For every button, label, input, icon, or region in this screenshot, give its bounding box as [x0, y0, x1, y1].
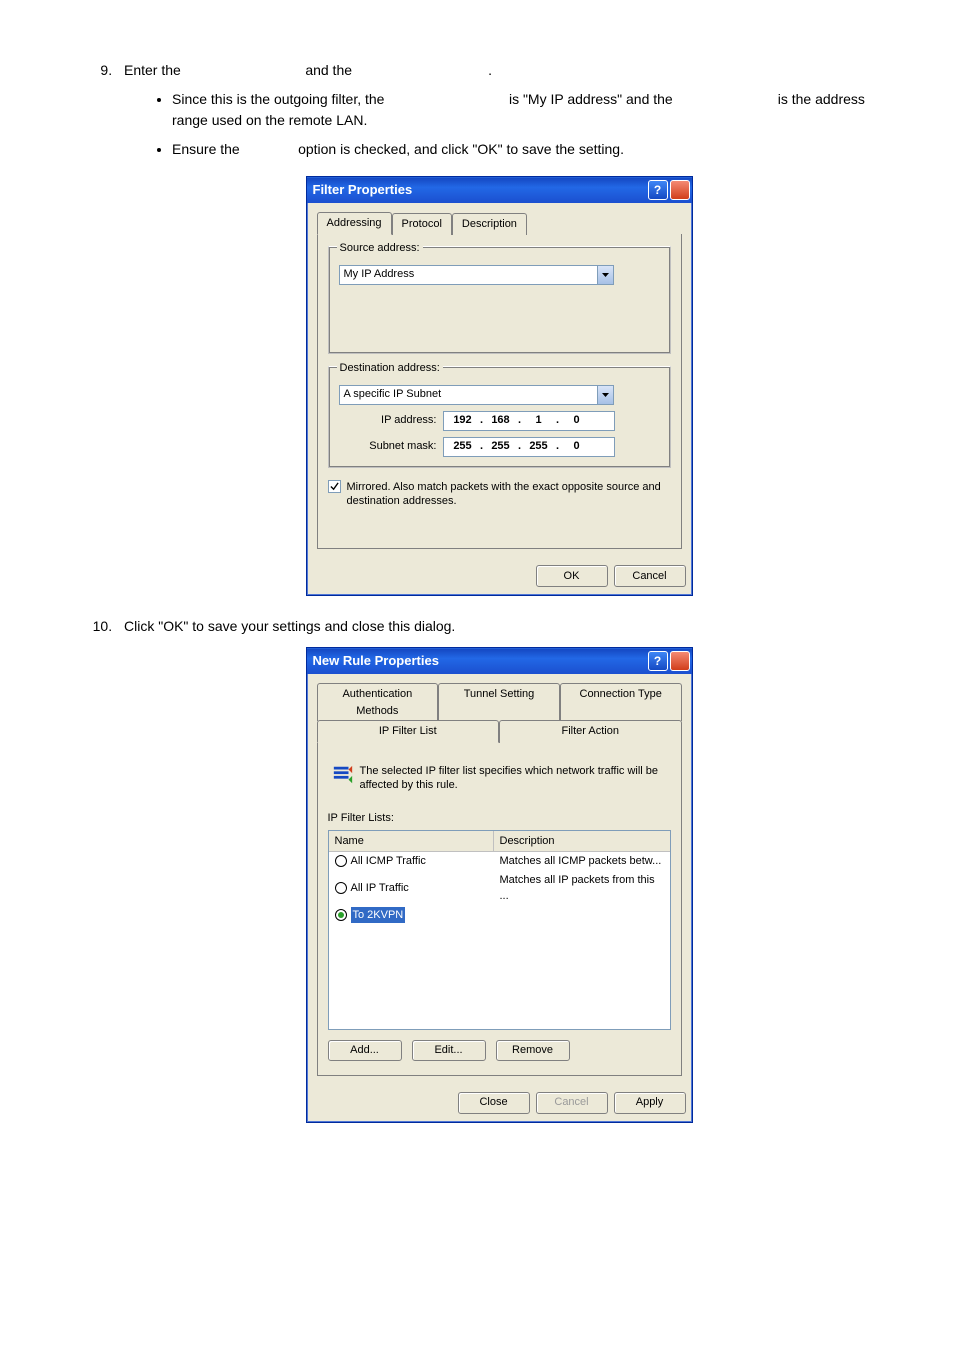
- subnet-mask-input[interactable]: 255. 255. 255. 0: [443, 437, 615, 457]
- tab-authentication[interactable]: Authentication Methods: [317, 683, 439, 721]
- titlebar: Filter Properties ?: [307, 177, 692, 203]
- list-item-desc: Matches all IP packets from this ...: [496, 871, 670, 906]
- destination-address-dropdown[interactable]: A specific IP Subnet: [339, 385, 614, 405]
- tab-strip: Authentication Methods Tunnel Setting Co…: [317, 682, 682, 741]
- mirrored-checkbox[interactable]: [328, 480, 341, 493]
- new-rule-properties-dialog: New Rule Properties ? Authentication Met…: [306, 647, 693, 1123]
- help-button[interactable]: ?: [648, 651, 668, 671]
- bullet-2: Ensure the option is checked, and click …: [172, 139, 874, 160]
- filter-list-icon: [332, 764, 360, 790]
- panel-description: The selected IP filter list specifies wh…: [360, 764, 667, 793]
- cancel-button: Cancel: [536, 1092, 608, 1114]
- source-address-dropdown[interactable]: My IP Address: [339, 265, 614, 285]
- ip-filter-lists-label: IP Filter Lists:: [328, 810, 671, 827]
- list-item[interactable]: To 2KVPN: [329, 906, 670, 925]
- radio[interactable]: [335, 855, 347, 867]
- bullet-1: Since this is the outgoing filter, the i…: [172, 89, 874, 131]
- source-legend: Source address:: [337, 240, 423, 257]
- mirrored-checkbox-row[interactable]: Mirrored. Also match packets with the ex…: [328, 480, 671, 509]
- help-icon: ?: [654, 181, 661, 199]
- close-button[interactable]: [670, 180, 690, 200]
- list-item-name: All ICMP Traffic: [351, 853, 426, 870]
- tab-protocol[interactable]: Protocol: [392, 213, 452, 235]
- chevron-down-icon: [597, 386, 613, 404]
- filter-properties-dialog: Filter Properties ? Addressing Protocol: [306, 176, 693, 596]
- close-button[interactable]: Close: [458, 1092, 530, 1114]
- tab-strip: Addressing Protocol Description: [317, 211, 682, 235]
- list-item[interactable]: All ICMP Traffic Matches all ICMP packets…: [329, 852, 670, 871]
- help-button[interactable]: ?: [648, 180, 668, 200]
- step9-text-b: and the: [305, 62, 352, 78]
- ip-address-label: IP address:: [339, 412, 443, 429]
- dialog-title: Filter Properties: [313, 180, 646, 200]
- destination-address-value: A specific IP Subnet: [344, 386, 597, 403]
- list-item-desc: [496, 906, 670, 925]
- source-address-group: Source address: My IP Address: [328, 246, 671, 354]
- list-item[interactable]: All IP Traffic Matches all IP packets fro…: [329, 871, 670, 906]
- radio[interactable]: [335, 909, 347, 921]
- remove-button[interactable]: Remove: [496, 1040, 570, 1061]
- close-button[interactable]: [670, 651, 690, 671]
- destination-address-group: Destination address: A specific IP Subne…: [328, 366, 671, 468]
- apply-button[interactable]: Apply: [614, 1092, 686, 1114]
- tab-tunnel[interactable]: Tunnel Setting: [438, 683, 560, 721]
- cancel-button[interactable]: Cancel: [614, 565, 686, 587]
- chevron-down-icon: [597, 266, 613, 284]
- step9-text-a: Enter the: [124, 62, 181, 78]
- source-address-value: My IP Address: [344, 266, 597, 283]
- tab-addressing[interactable]: Addressing: [317, 212, 392, 235]
- col-name[interactable]: Name: [329, 831, 494, 852]
- dest-legend: Destination address:: [337, 360, 443, 377]
- checkmark-icon: [330, 482, 339, 491]
- ip-address-input[interactable]: 192. 168. 1. 0: [443, 411, 615, 431]
- radio[interactable]: [335, 882, 347, 894]
- list-header: Name Description: [329, 831, 670, 853]
- col-description[interactable]: Description: [494, 831, 670, 852]
- list-item-desc: Matches all ICMP packets betw...: [496, 852, 670, 871]
- tab-description[interactable]: Description: [452, 213, 527, 235]
- help-icon: ?: [654, 652, 661, 670]
- step-10: Click "OK" to save your settings and clo…: [116, 616, 874, 1123]
- titlebar: New Rule Properties ?: [307, 648, 692, 674]
- ok-button[interactable]: OK: [536, 565, 608, 587]
- edit-button[interactable]: Edit...: [412, 1040, 486, 1061]
- tab-connection-type[interactable]: Connection Type: [560, 683, 682, 721]
- list-item-name: To 2KVPN: [351, 907, 406, 924]
- subnet-mask-label: Subnet mask:: [339, 438, 443, 455]
- list-item-name: All IP Traffic: [351, 880, 409, 897]
- add-button[interactable]: Add...: [328, 1040, 402, 1061]
- tab-filter-action[interactable]: Filter Action: [499, 720, 682, 743]
- tab-ip-filter-list[interactable]: IP Filter List: [317, 720, 500, 743]
- step-9: Enter the and the . Since this is the ou…: [116, 60, 874, 596]
- dialog-title: New Rule Properties: [313, 651, 646, 671]
- mirrored-label: Mirrored. Also match packets with the ex…: [347, 480, 671, 509]
- ip-filter-listbox[interactable]: Name Description All ICMP Traffic Matches…: [328, 830, 671, 1030]
